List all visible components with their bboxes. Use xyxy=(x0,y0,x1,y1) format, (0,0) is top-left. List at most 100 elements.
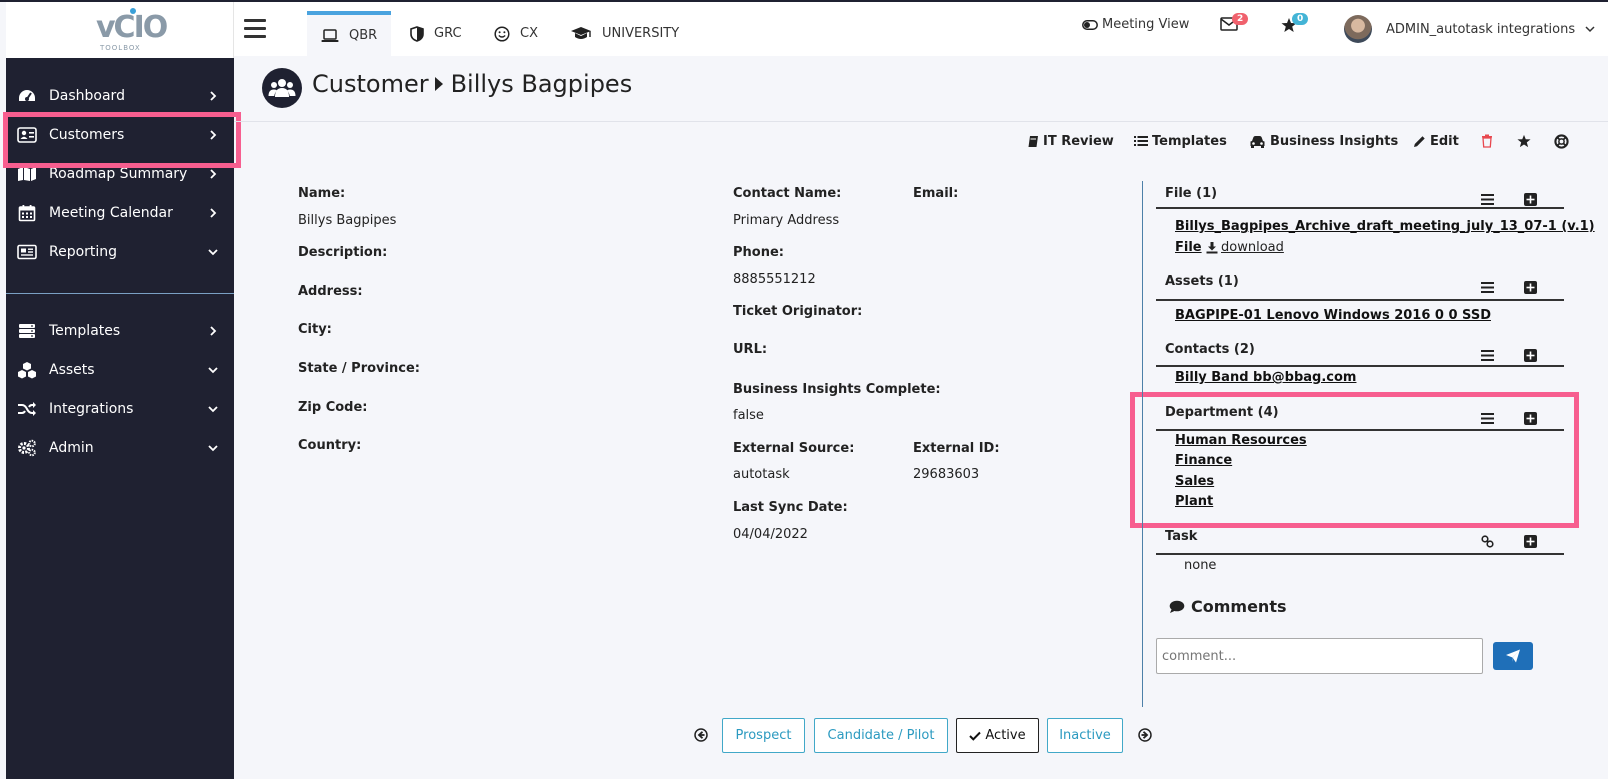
comment-input[interactable] xyxy=(1156,638,1483,674)
download-label: download xyxy=(1221,240,1284,255)
logo-area[interactable]: vCIO TOOLBOX xyxy=(6,2,234,58)
messages-button[interactable]: 2 xyxy=(1220,13,1249,31)
user-menu[interactable]: ADMIN_autotask integrations xyxy=(1344,15,1595,43)
add-department-plus-icon[interactable] xyxy=(1523,411,1537,425)
sidebar-item-meeting-calendar[interactable]: Meeting Calendar xyxy=(6,193,234,232)
customers-highlight-box xyxy=(3,112,241,168)
department-item-sales[interactable]: Sales xyxy=(1175,474,1214,489)
assets-section-title: Assets (1) xyxy=(1165,274,1239,289)
name-label: Name: xyxy=(298,186,346,201)
external-source-value: autotask xyxy=(733,467,790,482)
list-icon[interactable] xyxy=(1480,411,1494,425)
list-icon[interactable] xyxy=(1480,192,1494,206)
cubes-icon xyxy=(17,361,37,379)
comments-title: Comments xyxy=(1169,597,1287,616)
it-review-button[interactable]: IT Review xyxy=(1027,134,1114,149)
chevron-right-icon xyxy=(210,168,217,179)
chevron-right-icon xyxy=(210,325,217,336)
add-asset-plus-icon[interactable] xyxy=(1523,280,1537,294)
sidebar-item-reporting[interactable]: Reporting xyxy=(6,232,234,271)
sidebar-item-assets[interactable]: Assets xyxy=(6,350,234,389)
email-label: Email: xyxy=(913,186,959,201)
list-icon[interactable] xyxy=(1480,280,1494,294)
tab-cx[interactable]: CX xyxy=(494,11,538,56)
file-link[interactable]: Billys_Bagpipes_Archive_draft_meeting_ju… xyxy=(1175,219,1595,234)
sidebar-item-templates[interactable]: Templates xyxy=(6,311,234,350)
contact-name-value: Primary Address xyxy=(733,213,840,228)
chevron-right-icon xyxy=(210,207,217,218)
contact-link[interactable]: Billy Band bb@bbag.com xyxy=(1175,370,1356,385)
shield-icon xyxy=(410,25,424,42)
favorites-button[interactable]: 0 xyxy=(1281,13,1309,33)
breadcrumb-section[interactable]: Customer xyxy=(312,70,429,98)
favorite-star-button[interactable] xyxy=(1517,134,1535,148)
ticket-originator-label: Ticket Originator: xyxy=(733,304,863,319)
add-task-plus-icon[interactable] xyxy=(1523,534,1537,548)
city-label: City: xyxy=(298,322,332,337)
list-icon[interactable] xyxy=(1480,348,1494,362)
status-inactive-button[interactable]: Inactive xyxy=(1047,718,1123,753)
graduation-cap-icon xyxy=(570,26,592,42)
comments-label: Comments xyxy=(1191,597,1287,616)
page-header: Customer Billys Bagpipes xyxy=(234,56,1608,122)
right-panel-border xyxy=(1142,181,1143,707)
arrow-right-circle-icon[interactable] xyxy=(1138,728,1152,742)
mail-count-badge: 2 xyxy=(1232,13,1249,25)
edit-button[interactable]: Edit xyxy=(1413,134,1459,149)
file-section-title: File (1) xyxy=(1165,186,1218,201)
star-count-badge: 0 xyxy=(1292,13,1309,25)
status-candidate-button[interactable]: Candidate / Pilot xyxy=(814,718,948,753)
download-link[interactable]: download xyxy=(1206,240,1284,255)
support-button[interactable] xyxy=(1554,133,1573,149)
tab-grc[interactable]: GRC xyxy=(410,11,462,56)
name-value: Billys Bagpipes xyxy=(298,213,397,228)
it-review-label: IT Review xyxy=(1043,133,1114,149)
file-type-link[interactable]: File xyxy=(1175,240,1202,255)
asset-link[interactable]: BAGPIPE-01 Lenovo Windows 2016 0 0 SSD xyxy=(1175,308,1491,323)
meeting-view-label: Meeting View xyxy=(1102,17,1190,32)
delete-button[interactable] xyxy=(1481,134,1497,148)
sidebar-item-label: Integrations xyxy=(49,400,134,417)
department-item-plant[interactable]: Plant xyxy=(1175,494,1213,509)
templates-button[interactable]: Templates xyxy=(1134,134,1227,149)
user-name: ADMIN_autotask integrations xyxy=(1386,21,1576,37)
contacts-section-title: Contacts (2) xyxy=(1165,342,1255,357)
tab-qbr[interactable]: QBR xyxy=(307,11,392,56)
link-icon[interactable] xyxy=(1480,534,1494,548)
business-insights-label: Business Insights xyxy=(1270,133,1399,149)
external-id-value: 29683603 xyxy=(913,467,980,482)
dashboard-gauge-icon xyxy=(17,87,37,105)
sidebar-item-integrations[interactable]: Integrations xyxy=(6,389,234,428)
sidebar-item-dashboard[interactable]: Dashboard xyxy=(6,76,234,115)
hamburger-menu-icon[interactable] xyxy=(244,19,266,43)
status-prospect-button[interactable]: Prospect xyxy=(722,718,805,753)
smile-icon xyxy=(494,25,510,42)
send-comment-button[interactable] xyxy=(1493,642,1533,670)
department-item-finance[interactable]: Finance xyxy=(1175,453,1232,468)
external-source-label: External Source: xyxy=(733,441,855,456)
task-section-title: Task xyxy=(1165,529,1198,544)
chevron-down-icon xyxy=(208,248,218,255)
paper-plane-icon xyxy=(1506,649,1520,663)
department-item-human-resources[interactable]: Human Resources xyxy=(1175,433,1307,448)
url-label: URL: xyxy=(733,342,768,357)
list-icon xyxy=(1134,136,1148,146)
add-file-plus-icon[interactable] xyxy=(1523,192,1537,206)
add-contact-plus-icon[interactable] xyxy=(1523,348,1537,362)
meeting-view-toggle[interactable]: Meeting View xyxy=(1082,17,1189,32)
status-active-button[interactable]: Active xyxy=(956,718,1039,753)
sidebar-divider xyxy=(6,293,234,294)
toggle-icon xyxy=(1082,19,1098,30)
page-title: Customer Billys Bagpipes xyxy=(312,70,632,98)
country-label: Country: xyxy=(298,438,362,453)
bi-complete-value: false xyxy=(733,408,764,423)
star-icon xyxy=(1517,134,1531,148)
newspaper-icon xyxy=(17,243,37,261)
pencil-icon xyxy=(1414,135,1425,147)
tab-university[interactable]: UNIVERSITY xyxy=(570,11,679,56)
business-insights-button[interactable]: Business Insights xyxy=(1249,134,1398,149)
sidebar-item-admin[interactable]: Admin xyxy=(6,428,234,467)
sidebar-item-label: Admin xyxy=(49,439,94,456)
calendar-icon xyxy=(17,204,37,222)
arrow-left-circle-icon[interactable] xyxy=(694,728,708,742)
